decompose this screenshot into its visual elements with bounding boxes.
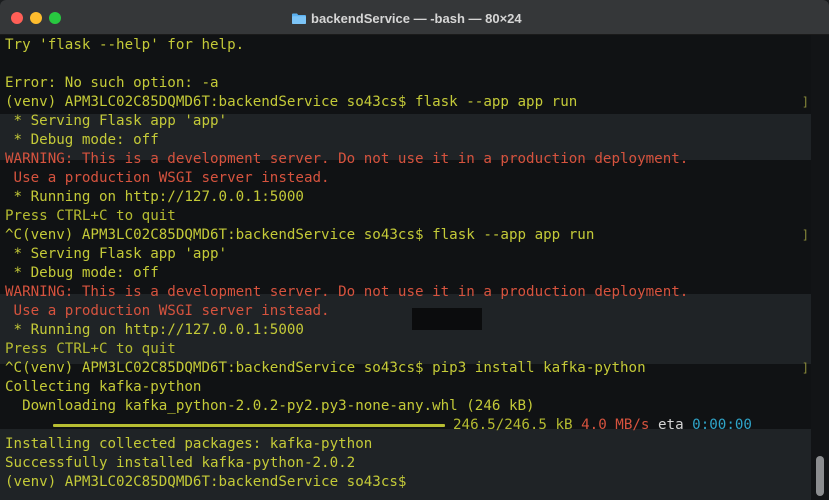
terminal-line-text: Press CTRL+C to quit [5,208,176,224]
window-title-text: backendService — -bash — 80×24 [311,10,522,26]
scroll-track [811,34,829,500]
terminal-line-text: * Serving Flask app 'app' [5,246,228,262]
terminal-line: ^C(venv) APM3LC02C85DQMD6T:backendServic… [5,359,811,378]
terminal-line: Downloading kafka_python-2.0.2-py2.py3-n… [5,397,811,416]
terminal-line: Use a production WSGI server instead. [5,169,811,188]
terminal-line: (venv) APM3LC02C85DQMD6T:backendService … [5,473,811,492]
minimize-button[interactable] [30,12,42,24]
terminal-line: Try 'flask --help' for help. [5,36,811,55]
terminal-line-text: * Serving Flask app 'app' [5,113,228,129]
terminal-line-text: WARNING: This is a development server. D… [5,284,689,300]
progress-eta-label: eta [658,417,693,433]
terminal-line: * Running on http://127.0.0.1:5000 [5,321,811,340]
terminal-line: (venv) APM3LC02C85DQMD6T:backendService … [5,93,811,112]
terminal-line-text: Collecting kafka-python [5,379,202,395]
progress-size: 246.5/246.5 kB [453,417,582,433]
terminal-line: * Serving Flask app 'app' [5,245,811,264]
folder-icon [292,13,306,24]
terminal-line: Error: No such option: -a [5,74,811,93]
title-bar[interactable]: backendService — -bash — 80×24 [0,0,829,35]
terminal-line: * Running on http://127.0.0.1:5000 [5,188,811,207]
terminal-line: Press CTRL+C to quit [5,340,811,359]
terminal-line-text: Use a production WSGI server instead. [5,170,330,186]
close-button[interactable] [11,12,23,24]
line-wrap-marker: ] [801,95,809,109]
terminal-line-text: (venv) APM3LC02C85DQMD6T:backendService … [5,474,415,490]
progress-speed: 4.0 MB/s [581,417,658,433]
maximize-button[interactable] [49,12,61,24]
terminal-line-text: Successfully installed kafka-python-2.0.… [5,455,356,471]
terminal-line: WARNING: This is a development server. D… [5,150,811,169]
terminal-line-text: * Running on http://127.0.0.1:5000 [5,189,304,205]
terminal-line-text: * Debug mode: off [5,265,159,281]
terminal-line: WARNING: This is a development server. D… [5,283,811,302]
terminal-line-text: Try 'flask --help' for help. [5,37,245,53]
terminal-line: Use a production WSGI server instead. [5,302,811,321]
terminal-line: Installing collected packages: kafka-pyt… [5,435,811,454]
terminal-line-text: ^C(venv) APM3LC02C85DQMD6T:backendServic… [5,227,595,243]
terminal-line: * Debug mode: off [5,131,811,150]
terminal-line: Successfully installed kafka-python-2.0.… [5,454,811,473]
terminal-line: * Debug mode: off [5,264,811,283]
terminal-line-text: * Running on http://127.0.0.1:5000 [5,322,304,338]
window-title: backendService — -bash — 80×24 [292,9,522,27]
scrollbar-thumb[interactable] [816,456,824,496]
progress-bar [53,424,445,427]
terminal-line: ^C(venv) APM3LC02C85DQMD6T:backendServic… [5,226,811,245]
download-progress-line: 246.5/246.5 kB 4.0 MB/s eta 0:00:00 [5,416,811,435]
terminal-line-text: ^C(venv) APM3LC02C85DQMD6T:backendServic… [5,360,646,376]
line-wrap-marker: ] [801,228,809,242]
terminal-output[interactable]: Try 'flask --help' for help. Error: No su… [5,36,811,492]
terminal-window: backendService — -bash — 80×24 Try 'flas… [0,0,829,500]
terminal-line-text: Use a production WSGI server instead. [5,303,330,319]
line-wrap-marker: ] [801,361,809,375]
terminal-line-text: (venv) APM3LC02C85DQMD6T:backendService … [5,94,578,110]
terminal-line-text: WARNING: This is a development server. D… [5,151,689,167]
terminal-line: Collecting kafka-python [5,378,811,397]
terminal-line-text: Error: No such option: -a [5,75,219,91]
terminal-line: * Serving Flask app 'app' [5,112,811,131]
terminal-line-text: * Debug mode: off [5,132,159,148]
progress-eta-value: 0:00:00 [692,417,752,433]
terminal-line-text: Press CTRL+C to quit [5,341,176,357]
terminal-line-text: Installing collected packages: kafka-pyt… [5,436,373,452]
terminal-line-text: Downloading kafka_python-2.0.2-py2.py3-n… [5,398,535,414]
terminal-line: Press CTRL+C to quit [5,207,811,226]
